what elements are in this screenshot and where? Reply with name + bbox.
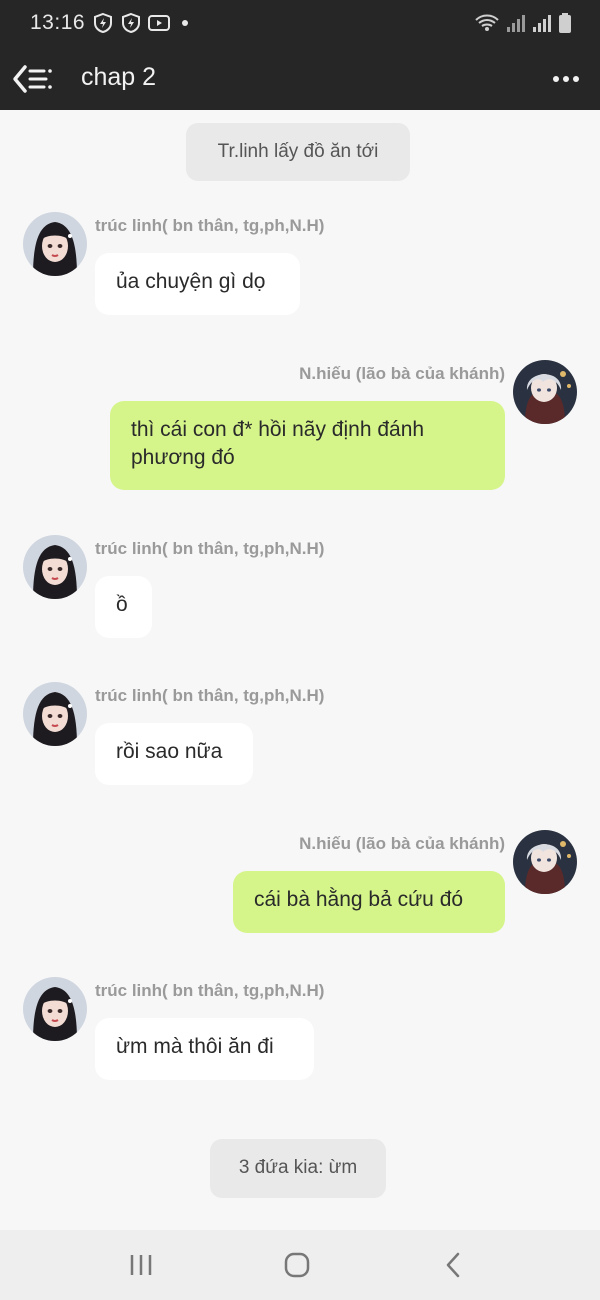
avatar[interactable]	[513, 830, 577, 894]
battery-icon	[559, 13, 571, 33]
status-bar: 13:16	[0, 0, 600, 48]
sender-name: trúc linh( bn thân, tg,ph,N.H)	[95, 539, 325, 558]
chat-title: chap 2	[81, 63, 157, 91]
message-bubble[interactable]: rồi sao nữa	[95, 723, 253, 785]
avatar[interactable]	[23, 212, 87, 276]
system-message: 3 đứa kia: ừm	[210, 1139, 386, 1198]
back-menu-button[interactable]	[12, 62, 54, 96]
avatar[interactable]	[23, 682, 87, 746]
chat-area[interactable]: Tr.linh lấy đồ ăn tới trúc linh( bn thân…	[0, 110, 600, 1230]
recent-apps-button[interactable]	[123, 1248, 159, 1282]
more-options-button[interactable]	[552, 68, 580, 90]
message-bubble[interactable]: thì cái con đ* hồi nãy định đánh phương …	[110, 401, 505, 490]
message-bubble[interactable]: ừm mà thôi ăn đi	[95, 1018, 314, 1080]
signal-icon	[507, 15, 525, 32]
sender-name: trúc linh( bn thân, tg,ph,N.H)	[95, 686, 325, 705]
status-time: 13:16	[30, 11, 86, 34]
shield-icon	[122, 12, 140, 34]
message-bubble[interactable]: ồ	[95, 576, 152, 638]
avatar[interactable]	[23, 977, 87, 1041]
message-bubble[interactable]: cái bà hằng bả cứu đó	[233, 871, 505, 933]
avatar[interactable]	[513, 360, 577, 424]
sender-name: N.hiếu (lão bà của khánh)	[299, 364, 505, 383]
message-bubble[interactable]: ủa chuyện gì dọ	[95, 253, 300, 315]
sender-name: trúc linh( bn thân, tg,ph,N.H)	[95, 216, 325, 235]
wifi-icon	[475, 14, 499, 31]
home-button[interactable]	[279, 1248, 315, 1282]
navigation-bar	[0, 1230, 600, 1300]
more-notifications-dot	[182, 20, 188, 26]
back-button[interactable]	[436, 1248, 472, 1282]
system-message: Tr.linh lấy đồ ăn tới	[186, 123, 410, 181]
system-status-icons	[474, 12, 572, 34]
notification-icons	[92, 12, 188, 34]
avatar[interactable]	[23, 535, 87, 599]
sender-name: trúc linh( bn thân, tg,ph,N.H)	[95, 981, 325, 1000]
signal-icon	[533, 15, 551, 32]
shield-icon	[94, 12, 112, 34]
app-bar: chap 2	[0, 48, 600, 110]
youtube-icon	[148, 15, 170, 31]
sender-name: N.hiếu (lão bà của khánh)	[299, 834, 505, 853]
